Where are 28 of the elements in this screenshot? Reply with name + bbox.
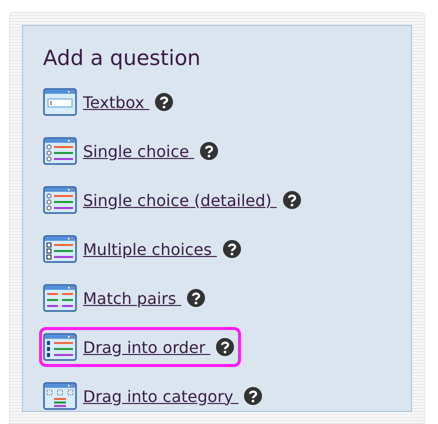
panel-heading: Add a question xyxy=(43,46,202,70)
help-icon[interactable] xyxy=(155,93,174,111)
question-type-link[interactable]: Multiple choices xyxy=(83,240,217,258)
help-icon[interactable] xyxy=(200,142,218,160)
help-icon[interactable] xyxy=(216,338,234,356)
textbox-icon xyxy=(43,88,77,116)
question-type-item[interactable]: Multiple choices xyxy=(39,229,248,269)
question-type-item[interactable]: Single choice (detailed) xyxy=(39,180,308,220)
list-icon xyxy=(43,137,77,165)
numbered-list-icon xyxy=(43,333,77,361)
question-type-item[interactable]: Drag into category xyxy=(39,376,270,416)
question-type-link[interactable]: Single choice xyxy=(83,142,194,160)
question-type-item[interactable]: Textbox xyxy=(39,82,180,122)
question-type-item[interactable]: Drag into order xyxy=(39,327,242,367)
question-type-link[interactable]: Drag into category xyxy=(83,386,238,406)
help-icon[interactable] xyxy=(282,191,301,209)
help-icon[interactable] xyxy=(244,387,262,405)
question-type-link[interactable]: Single choice (detailed) xyxy=(83,190,277,210)
help-icon[interactable] xyxy=(222,240,241,258)
question-type-link[interactable]: Match pairs xyxy=(83,288,182,308)
question-type-link[interactable]: Textbox xyxy=(83,92,150,112)
question-type-item[interactable]: Single choice xyxy=(39,131,226,171)
help-icon[interactable] xyxy=(187,289,206,307)
question-type-link[interactable]: Drag into order xyxy=(83,338,210,356)
pairs-list-icon xyxy=(43,284,77,312)
list-icon xyxy=(43,235,77,263)
list-icon xyxy=(43,186,77,214)
question-type-item[interactable]: Match pairs xyxy=(39,278,212,318)
